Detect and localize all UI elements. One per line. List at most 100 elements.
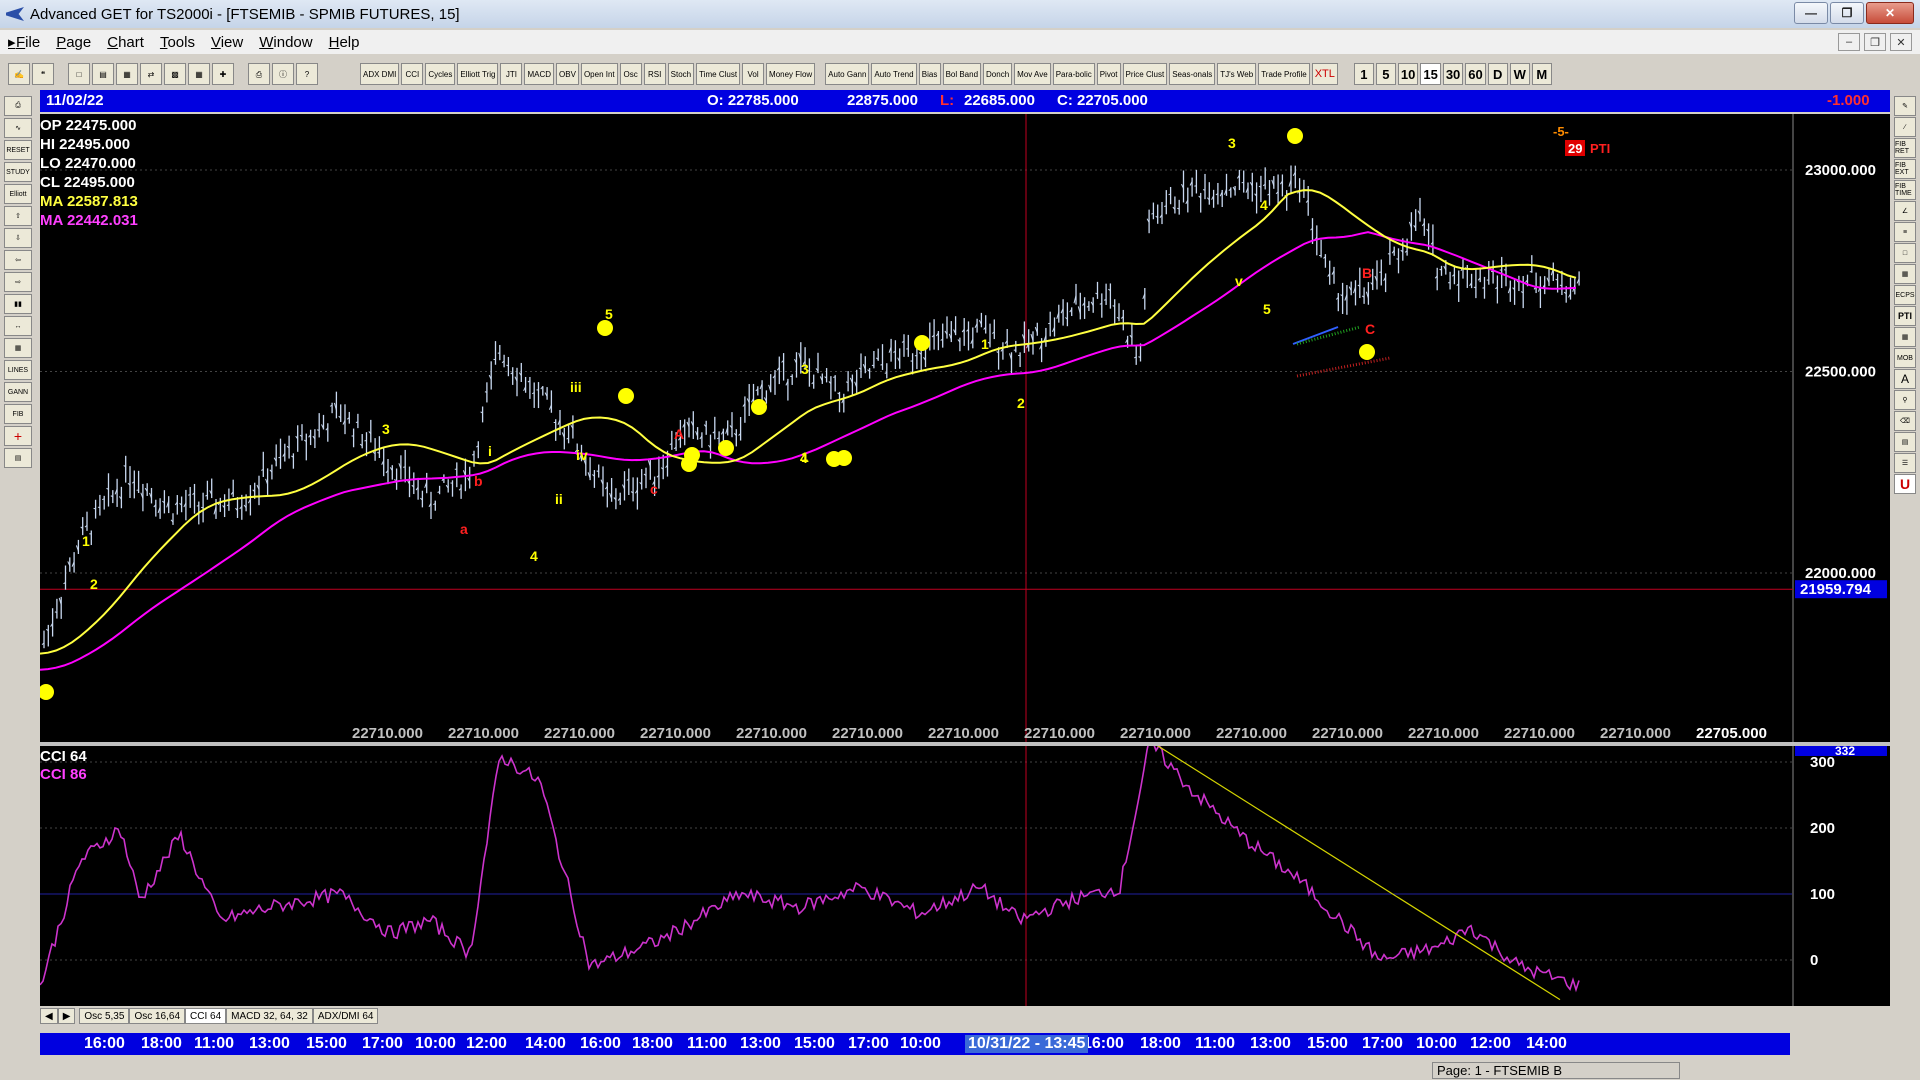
maximize-button[interactable]: ❐ [1830,2,1864,24]
menu-view[interactable]: View [203,34,251,51]
toolbar-icon[interactable]: ✍ [8,63,30,85]
osc-tab[interactable]: MACD 32, 64, 32 [226,1008,313,1024]
cci-pane[interactable]: 300 200 100 0 332 CCI 64 CCI 86 [40,746,1890,1006]
price-chart[interactable]: 23000.000 22500.000 22000.000 21959.794 1 2 3 4… [40,114,1890,742]
menu-chart[interactable]: Chart [99,34,152,51]
calc-icon[interactable]: ▦ [1894,264,1916,284]
study-button[interactable]: Pivot [1096,63,1121,85]
open-icon[interactable]: ▤ [92,63,114,85]
study-button[interactable]: Mov Ave [1014,63,1051,85]
list-icon[interactable]: ☰ [1894,453,1916,473]
info-icon[interactable]: ⓘ [272,63,294,85]
bars-tool-icon[interactable]: ▮▮ [4,294,32,314]
crosshair-icon[interactable]: ✚ [212,63,234,85]
zoom-tool-icon[interactable]: ↔ [4,316,32,336]
fib-ext-icon[interactable]: FIB EXT [1894,159,1916,179]
tab-scroll-left[interactable]: ◀ [40,1008,58,1024]
study-button[interactable]: Stoch [667,63,695,85]
study-button[interactable]: Bol Band [942,63,982,85]
interval-button-10[interactable]: 10 [1397,63,1419,85]
close-button[interactable]: ✕ [1866,2,1914,24]
interval-button-1[interactable]: 1 [1353,63,1374,85]
study-button[interactable]: RSI [643,63,666,85]
ecps-icon[interactable]: ECPS [1894,285,1916,305]
study-button[interactable]: Open Int [580,63,618,85]
new-icon[interactable]: □ [68,63,90,85]
study-button[interactable]: Cycles [425,63,456,85]
magnify-icon[interactable]: ⚲ [1894,390,1916,410]
study-button[interactable]: Trade Profile [1258,63,1310,85]
box-icon[interactable]: □ [1894,243,1916,263]
page-tool-icon[interactable]: ▤ [4,448,32,468]
print-icon[interactable]: ⎙ [248,63,270,85]
study-button[interactable]: Price Clust [1122,63,1168,85]
interval-button-M[interactable]: M [1531,63,1552,85]
menu-window[interactable]: Window [251,34,320,51]
study-button[interactable]: Vol [742,63,765,85]
line-icon[interactable]: ∕ [1894,117,1916,137]
study-button[interactable]: Bias [918,63,941,85]
interval-button-D[interactable]: D [1487,63,1508,85]
save-icon[interactable]: ▦ [116,63,138,85]
mdi-minimize-button[interactable]: – [1838,33,1860,51]
mob-icon[interactable]: MOB [1894,348,1916,368]
study-button[interactable]: Auto Gann [825,63,870,85]
study-button[interactable]: Seas-onals [1169,63,1216,85]
mdi-close-button[interactable]: ✕ [1890,33,1912,51]
arrow-left-icon[interactable]: ⇦ [4,250,32,270]
eraser-icon[interactable]: ⌫ [1894,411,1916,431]
osc-tab[interactable]: ADX/DMI 64 [312,1008,379,1024]
elliott-tool-icon[interactable]: Elliott [4,184,32,204]
grid-icon[interactable]: ▦ [1894,327,1916,347]
pencil-icon[interactable]: ✎ [1894,96,1916,116]
cross-tool-icon[interactable]: + [4,426,32,446]
study-button[interactable]: Elliott Trig [457,63,499,85]
arrow-down-icon[interactable]: ⇩ [4,228,32,248]
study-button[interactable]: CCI [401,63,424,85]
zigzag-tool-icon[interactable]: ∿ [4,118,32,138]
study-button[interactable]: JTI [500,63,523,85]
interval-button-30[interactable]: 30 [1442,63,1464,85]
minimize-button[interactable]: — [1794,2,1828,24]
grid-icon[interactable]: ▦ [188,63,210,85]
fib-ret-icon[interactable]: FIB RET [1894,138,1916,158]
link-icon[interactable]: ▩ [164,63,186,85]
nav-icon[interactable]: ⇄ [140,63,162,85]
tab-scroll-right[interactable]: ▶ [57,1008,76,1024]
study-button[interactable]: Auto Trend [871,63,917,85]
chart-tool-icon[interactable]: ▦ [4,338,32,358]
interval-button-15[interactable]: 15 [1420,63,1441,85]
text-icon[interactable]: A [1894,369,1916,389]
study-button[interactable]: OBV [556,63,579,85]
lines-tool-icon[interactable]: LINES [4,360,32,380]
study-button[interactable]: Money Flow [766,63,816,85]
fib-tool-icon[interactable]: FIB [4,404,32,424]
study-tool-icon[interactable]: STUDY [4,162,32,182]
pti-icon[interactable]: PTI [1894,306,1916,326]
channel-icon[interactable]: ≡ [1894,222,1916,242]
arrow-up-icon[interactable]: ⇧ [4,206,32,226]
mdi-restore-button[interactable]: ❐ [1864,33,1886,51]
menu-help[interactable]: Help [321,34,368,51]
study-button[interactable]: ADX DMI [360,63,400,85]
menu-tools[interactable]: Tools [152,34,203,51]
menu-page[interactable]: Page [48,34,99,51]
fan-icon[interactable]: ∠ [1894,201,1916,221]
toolbar-icon[interactable]: ❝ [32,63,54,85]
study-button[interactable]: TJ's Web [1217,63,1257,85]
study-button[interactable]: XTL [1311,63,1338,85]
study-button[interactable]: Time Clust [696,63,741,85]
fib-time-icon[interactable]: FIB TIME [1894,180,1916,200]
study-button[interactable]: Para-bolic [1052,63,1095,85]
osc-tab[interactable]: Osc 16,64 [129,1008,186,1024]
osc-tab[interactable]: Osc 5,35 [79,1008,130,1024]
study-button[interactable]: Osc [619,63,642,85]
study-button[interactable]: MACD [524,63,555,85]
print-tool-icon[interactable]: ⎙ [4,96,32,116]
layers-icon[interactable]: ▤ [1894,432,1916,452]
study-button[interactable]: Donch [983,63,1013,85]
interval-button-5[interactable]: 5 [1375,63,1396,85]
undo-icon[interactable]: U [1894,474,1916,494]
menu-file[interactable]: File [8,34,48,51]
gann-tool-icon[interactable]: GANN [4,382,32,402]
